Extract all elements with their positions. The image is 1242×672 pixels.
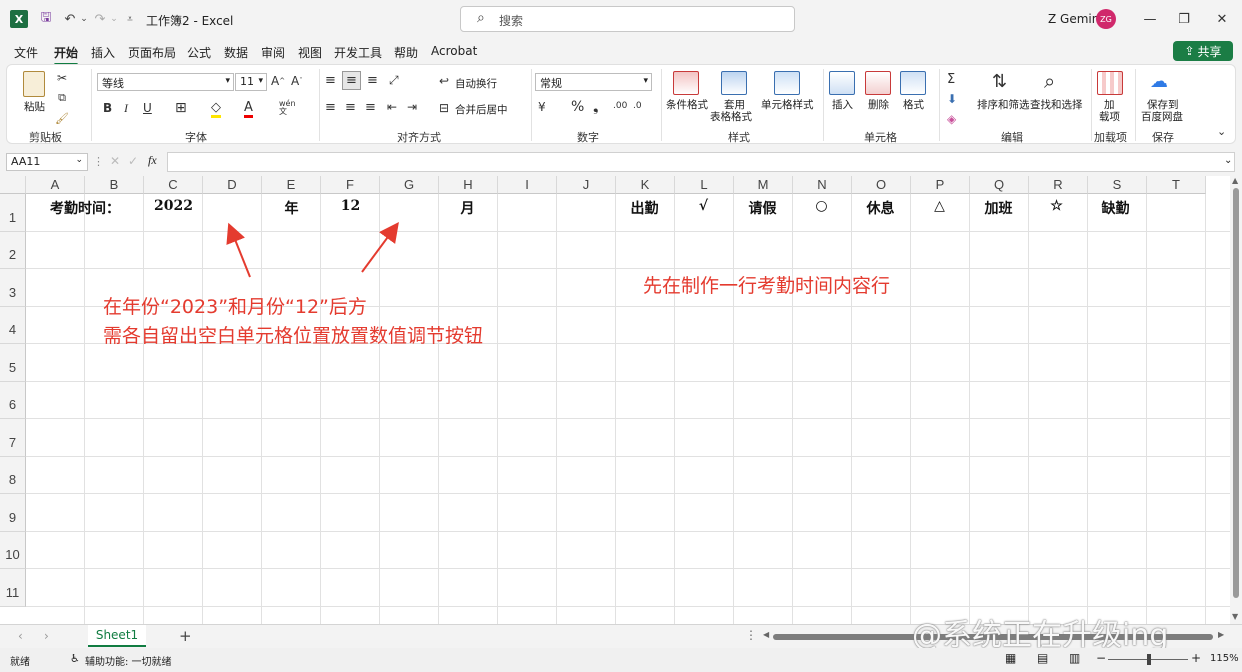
zoom-slider-thumb[interactable]: [1147, 654, 1151, 665]
scroll-right-icon[interactable]: ▶: [1218, 630, 1224, 639]
page-layout-view-icon[interactable]: ▤: [1037, 651, 1048, 665]
annotation-left-line2: 需各自留出空白单元格位置放置数值调节按钮: [103, 325, 484, 347]
vertical-scroll-thumb[interactable]: [1233, 188, 1239, 598]
zoom-level[interactable]: 115%: [1210, 653, 1239, 664]
page-break-view-icon[interactable]: ▥: [1069, 651, 1080, 665]
prev-sheet-icon[interactable]: ‹: [18, 629, 23, 643]
annotation-left-line1: 在年份“2023”和月份“12”后方: [103, 296, 367, 318]
scroll-up-icon[interactable]: ▲: [1232, 176, 1238, 185]
annotation-right: 先在制作一行考勤时间内容行: [643, 275, 891, 297]
ready-status: 就绪: [10, 657, 30, 668]
vertical-scrollbar[interactable]: ▲ ▼: [1230, 176, 1242, 624]
arrow-to-D1: [226, 222, 251, 278]
next-sheet-icon[interactable]: ›: [44, 629, 49, 643]
accessibility-icon[interactable]: ♿: [70, 652, 80, 665]
more-options-icon[interactable]: ⋮: [745, 628, 757, 642]
scroll-down-icon[interactable]: ▼: [1232, 612, 1238, 621]
arrow-to-G1: [361, 221, 399, 273]
accessibility-status[interactable]: 辅助功能: 一切就绪: [85, 653, 172, 668]
zoom-in-icon[interactable]: +: [1191, 651, 1201, 665]
status-bar: 就绪 ♿ 辅助功能: 一切就绪 ▦ ▤ ▥ − + 115%: [0, 648, 1242, 672]
add-sheet-button[interactable]: +: [179, 627, 192, 645]
zoom-out-icon[interactable]: −: [1096, 651, 1106, 665]
scroll-left-icon[interactable]: ◀: [763, 630, 769, 639]
normal-view-icon[interactable]: ▦: [1005, 651, 1016, 665]
sheet-tab-sheet1[interactable]: Sheet1: [88, 625, 146, 647]
